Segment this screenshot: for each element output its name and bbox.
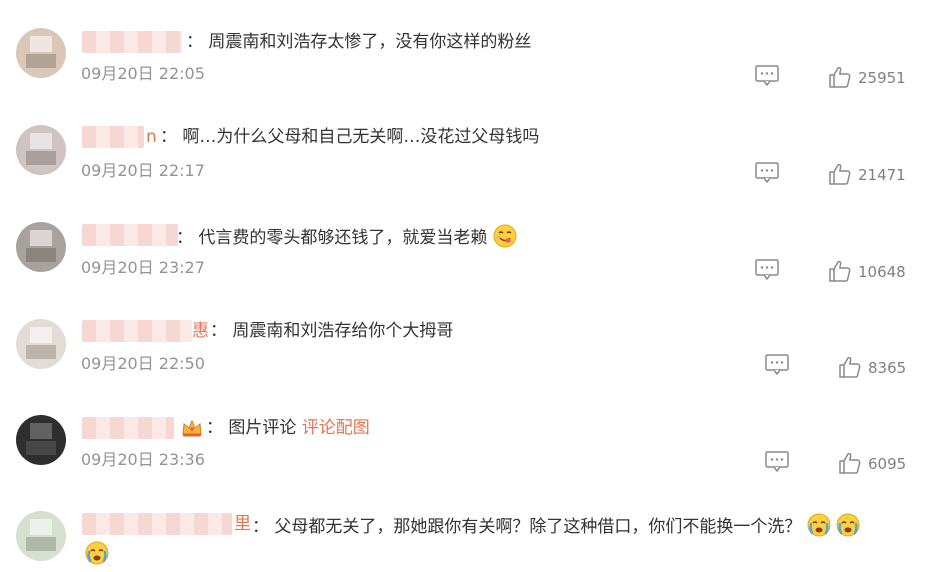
user-name-fragment[interactable]: n	[146, 126, 157, 148]
user-name[interactable]	[82, 31, 182, 53]
like-count: 10648	[858, 263, 906, 281]
comment-text: ： 父母都无关了，那她跟你有关啊？除了这种借口，你们不能换一个洗？	[252, 513, 861, 538]
avatar[interactable]	[16, 415, 66, 465]
comment-icon[interactable]	[764, 353, 790, 375]
face-savoring-food-icon	[493, 224, 517, 248]
crown-icon	[182, 420, 202, 437]
comment-text: ： 啊…为什么父母和自己无关啊…没花过父母钱吗	[160, 127, 540, 147]
crying-face-icon	[806, 513, 831, 537]
avatar[interactable]	[16, 28, 66, 78]
user-name-fragment[interactable]: 惠	[192, 320, 209, 342]
avatar[interactable]	[16, 511, 66, 561]
comment-text-body: ： 图片评论	[206, 418, 302, 438]
comment-time: 09月20日 22:05	[81, 64, 205, 83]
like-icon[interactable]	[828, 162, 852, 186]
comment-text: ： 图片评论 评论配图	[206, 417, 370, 439]
comment-text: ： 代言费的零头都够还钱了，就爱当老赖	[176, 224, 517, 249]
comment-text-body: ： 代言费的零头都够还钱了，就爱当老赖	[176, 228, 488, 248]
like-count: 21471	[858, 166, 906, 184]
user-name-fragment[interactable]: 里	[234, 513, 251, 535]
crying-face-icon	[836, 513, 861, 537]
comment-time: 09月20日 22:17	[81, 161, 205, 180]
comment-text: ： 周震南和刘浩存太惨了，没有你这样的粉丝	[186, 32, 532, 52]
user-name[interactable]	[82, 417, 174, 439]
like-icon[interactable]	[828, 259, 852, 283]
comment-icon[interactable]	[754, 64, 780, 86]
user-name[interactable]	[82, 513, 232, 535]
comment-text-body: ： 父母都无关了，那她跟你有关啊？除了这种借口，你们不能换一个洗？	[252, 517, 802, 537]
like-icon[interactable]	[828, 65, 852, 89]
avatar[interactable]	[16, 319, 66, 369]
comment-time: 09月20日 22:50	[81, 354, 205, 373]
like-icon[interactable]	[838, 451, 862, 475]
user-name[interactable]	[82, 126, 144, 148]
user-name[interactable]	[82, 320, 192, 342]
like-count: 8365	[868, 359, 907, 377]
comment-text: ： 周震南和刘浩存给你个大拇哥	[210, 321, 454, 341]
like-count: 25951	[858, 69, 906, 87]
avatar[interactable]	[16, 222, 66, 272]
comment-time: 09月20日 23:27	[81, 258, 205, 277]
crying-face-icon	[85, 541, 109, 565]
like-count: 6095	[868, 455, 907, 473]
image-link[interactable]: 评论配图	[302, 418, 370, 438]
comment-icon[interactable]	[754, 161, 780, 183]
like-icon[interactable]	[838, 355, 862, 379]
avatar[interactable]	[16, 125, 66, 175]
comment-icon[interactable]	[754, 258, 780, 280]
comment-icon[interactable]	[764, 450, 790, 472]
user-name[interactable]	[82, 224, 178, 246]
comment-time: 09月20日 23:36	[81, 450, 205, 469]
